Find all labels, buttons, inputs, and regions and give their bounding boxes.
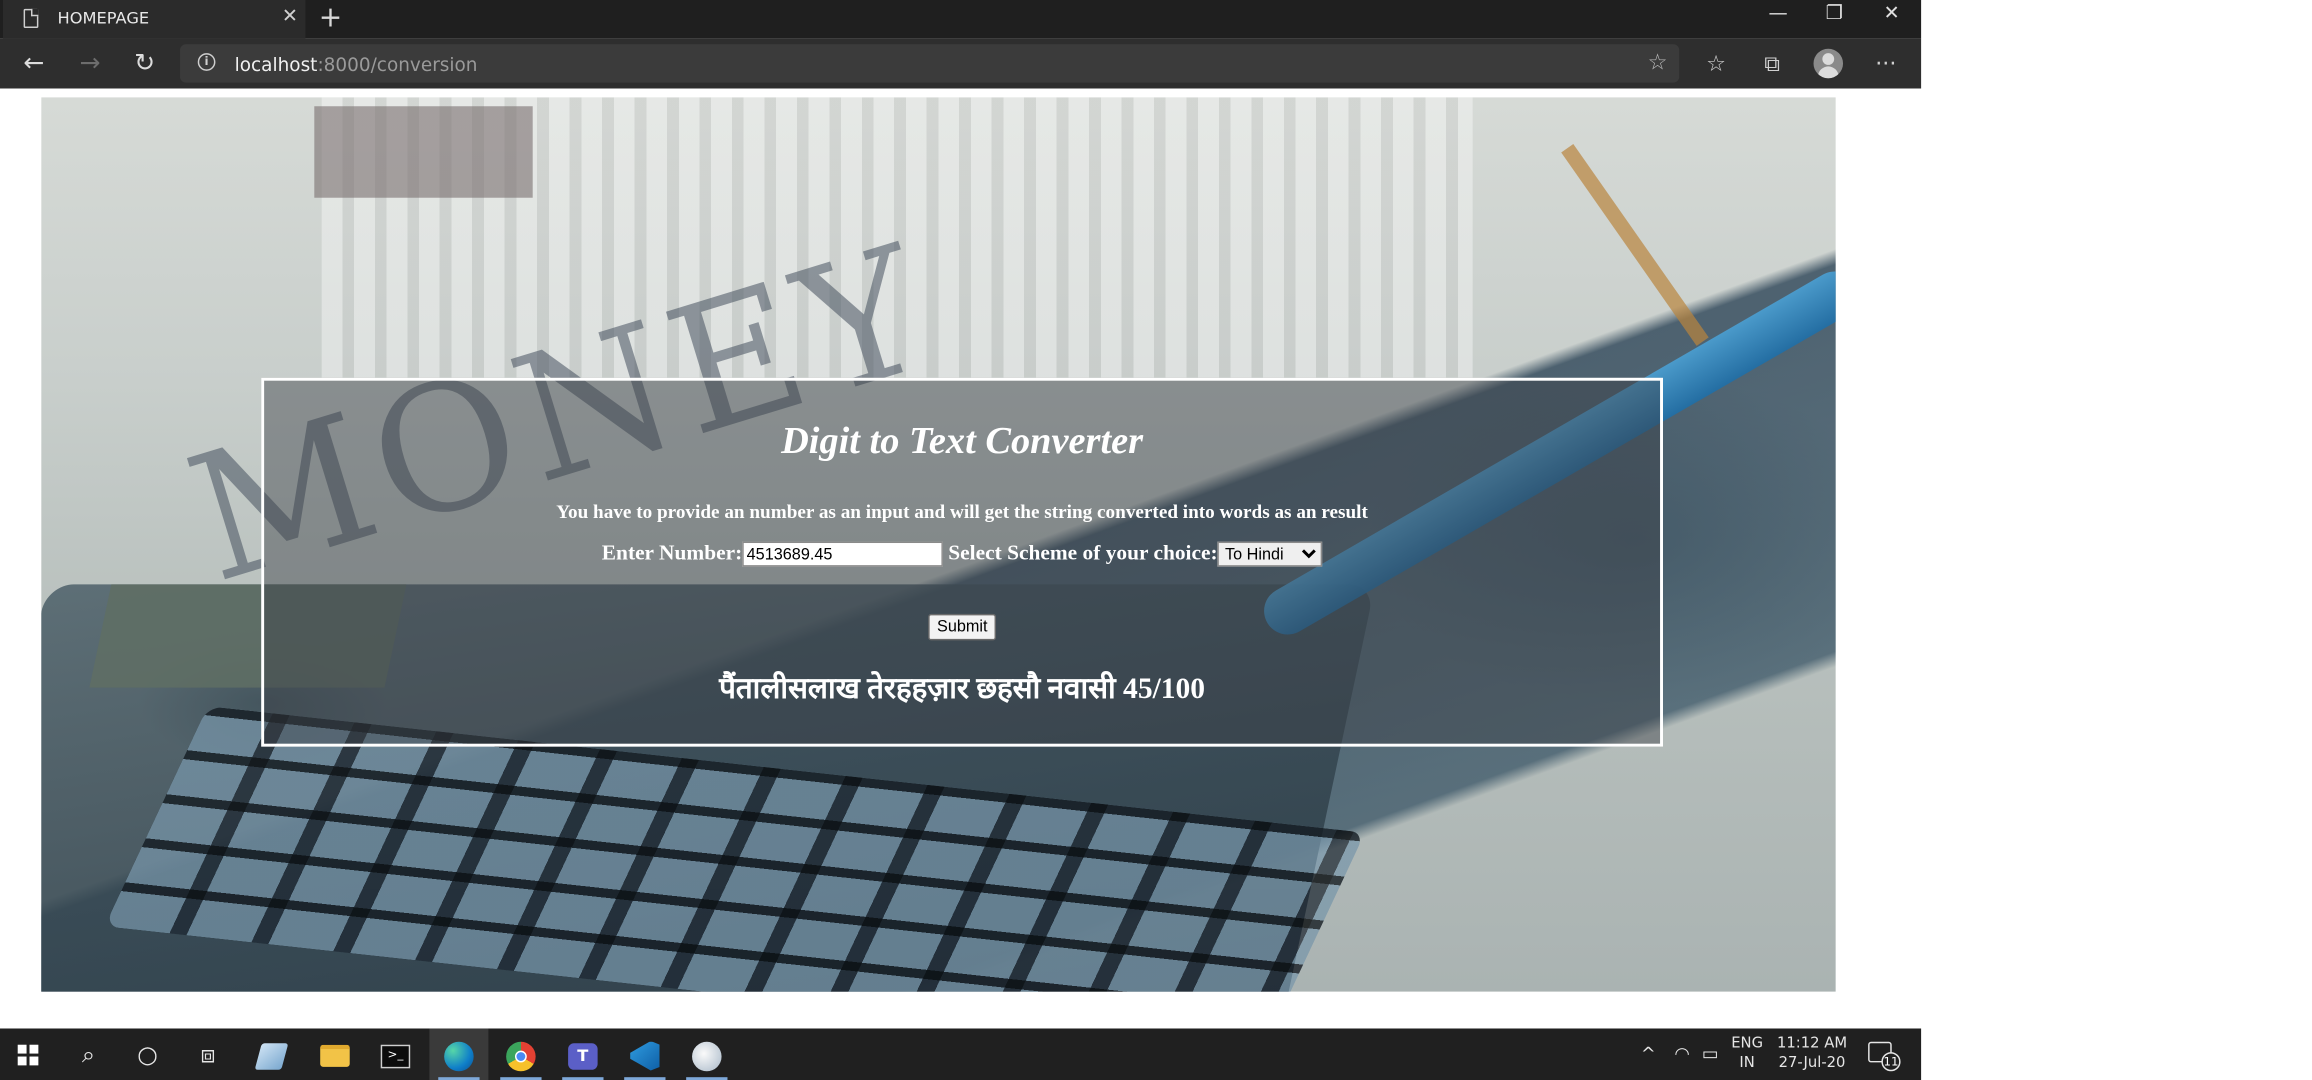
task-view-icon[interactable]: ⧈ <box>179 1028 238 1080</box>
windows-icon <box>17 1044 39 1066</box>
page-title: Digit to Text Converter <box>781 419 1144 462</box>
minimize-button[interactable]: — <box>1750 0 1806 32</box>
chrome-icon[interactable] <box>491 1028 550 1080</box>
clock[interactable]: 11:12 AM 27-Jul-20 <box>1774 1034 1851 1072</box>
url-path: :8000/conversion <box>317 53 478 76</box>
notepad-app-icon[interactable] <box>242 1028 301 1080</box>
language-code: ENG <box>1731 1035 1764 1053</box>
clock-date: 27-Jul-20 <box>1778 1055 1846 1072</box>
newspaper-photo-shape <box>314 106 533 198</box>
page-icon <box>23 8 39 29</box>
browser-toolbar: ← → ↻ i localhost:8000/conversion ☆ ☆ ⧉ … <box>0 38 1922 89</box>
network-icon[interactable]: ◠ <box>1672 1028 1693 1080</box>
refresh-button[interactable]: ↻ <box>125 46 163 81</box>
pencil-shape <box>1561 144 1709 346</box>
new-tab-button[interactable]: + <box>316 1 346 33</box>
description-text: You have to provide an number as an inpu… <box>556 500 1368 523</box>
tab-close-icon[interactable]: ✕ <box>282 6 298 28</box>
teams-icon[interactable]: T <box>553 1028 612 1080</box>
forward-button[interactable]: → <box>71 46 109 81</box>
edge-browser-icon[interactable] <box>429 1028 489 1080</box>
converter-panel: Digit to Text Converter You have to prov… <box>261 377 1664 747</box>
terminal-icon[interactable]: >_ <box>366 1028 425 1080</box>
notification-center-icon[interactable]: 11 <box>1868 1041 1901 1072</box>
url-host: localhost <box>234 53 318 76</box>
file-explorer-icon[interactable] <box>305 1028 364 1080</box>
close-window-button[interactable]: ✕ <box>1864 0 1920 32</box>
taskbar: ⌕ ○ ⧈ >_ T ^ ◠ ▭ ENG IN 11:12 AM 27-Jul-… <box>0 1028 1922 1080</box>
start-button[interactable] <box>0 1028 59 1080</box>
notification-count-badge: 11 <box>1881 1052 1901 1072</box>
number-input[interactable] <box>742 541 943 567</box>
cortana-icon[interactable]: ○ <box>118 1028 177 1080</box>
result-text: पैंतालीसलाख तेरहहज़ार छहसौ नवासी 45/100 <box>719 672 1206 706</box>
profile-avatar[interactable] <box>1813 48 1844 79</box>
scheme-label: Select Scheme of your choice: <box>948 541 1218 566</box>
site-info-icon[interactable]: i <box>197 53 216 71</box>
add-favorite-icon[interactable]: ☆ <box>1648 49 1668 76</box>
search-icon[interactable]: ⌕ <box>59 1028 118 1080</box>
address-bar[interactable]: i localhost:8000/conversion ☆ <box>180 44 1680 83</box>
number-label: Enter Number: <box>601 541 743 566</box>
favorites-icon[interactable]: ☆ <box>1697 44 1735 82</box>
page-content: MONEY Digit to Text Converter You have t… <box>0 88 1922 1029</box>
vscode-icon[interactable] <box>615 1028 674 1080</box>
submit-button[interactable]: Submit <box>928 613 997 641</box>
show-hidden-icons-chevron[interactable]: ^ <box>1638 1028 1659 1080</box>
battery-icon[interactable]: ▭ <box>1698 1028 1722 1080</box>
screenshot: HOMEPAGE ✕ + — ❐ ✕ ← → ↻ i localhost:800… <box>0 0 1922 1080</box>
back-button[interactable]: ← <box>15 46 53 81</box>
language-indicator[interactable]: ENG IN <box>1726 1034 1767 1072</box>
paint-app-icon[interactable] <box>677 1028 736 1080</box>
more-menu-icon[interactable]: ··· <box>1867 44 1905 82</box>
browser-tab[interactable]: HOMEPAGE ✕ <box>2 0 306 39</box>
region-code: IN <box>1739 1055 1755 1072</box>
clock-time: 11:12 AM <box>1777 1035 1848 1053</box>
tab-title: HOMEPAGE <box>57 8 150 29</box>
browser-tab-bar: HOMEPAGE ✕ + — ❐ ✕ <box>0 0 1922 39</box>
url-text: localhost:8000/conversion <box>235 53 478 75</box>
collections-icon[interactable]: ⧉ <box>1753 44 1791 82</box>
restore-button[interactable]: ❐ <box>1806 0 1862 32</box>
input-row: Enter Number: Select Scheme of your choi… <box>264 542 1660 567</box>
scheme-select[interactable]: To Hindi <box>1217 541 1323 567</box>
